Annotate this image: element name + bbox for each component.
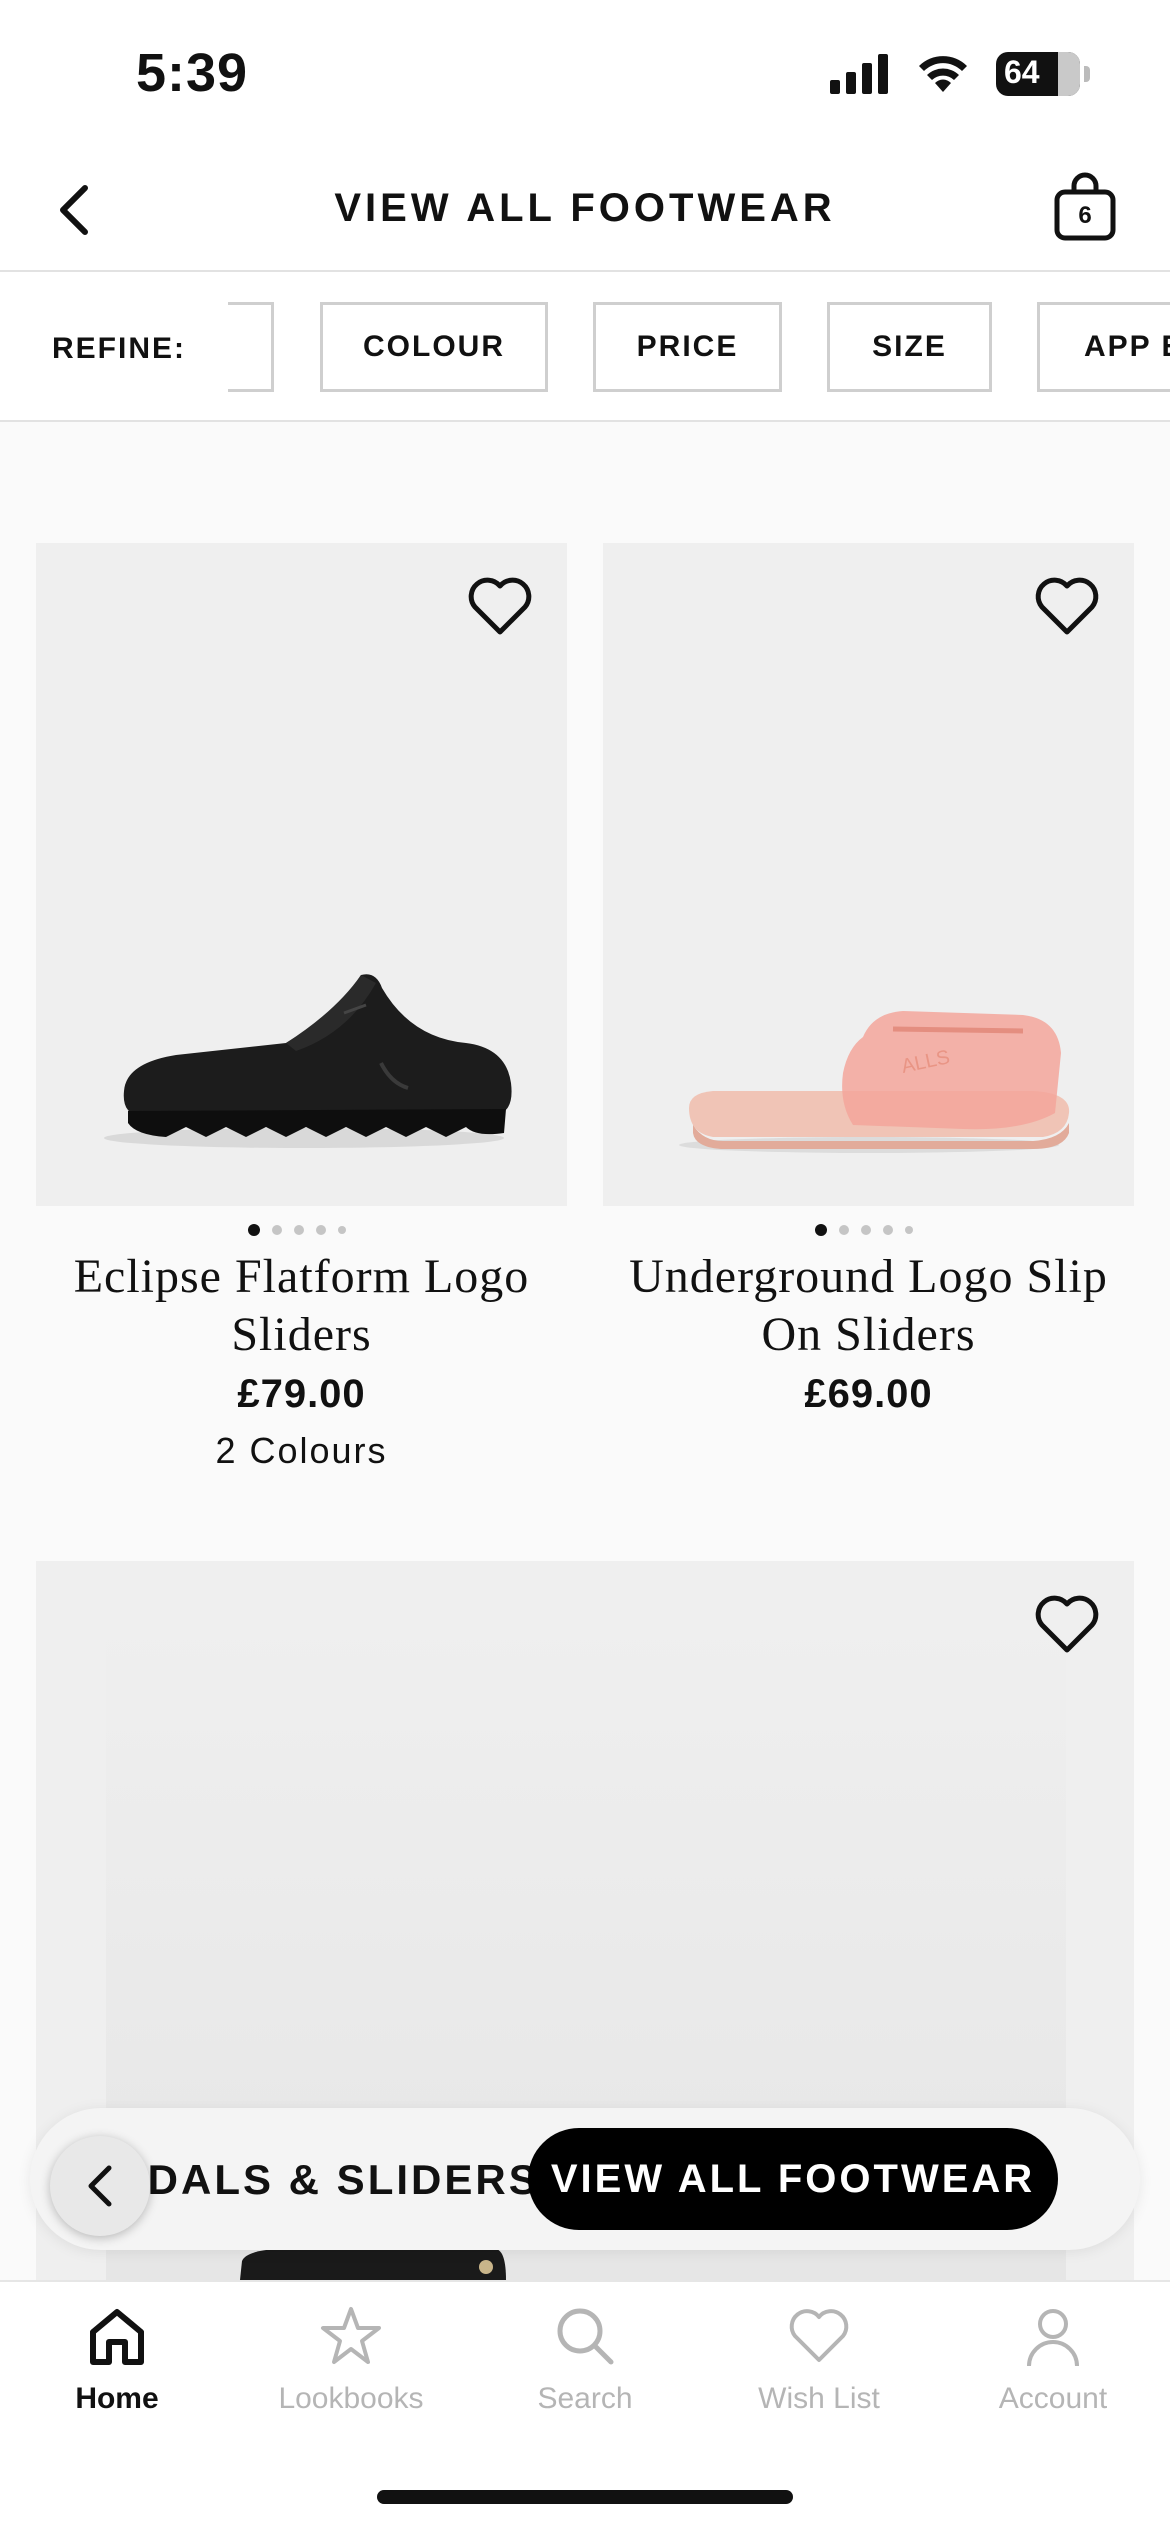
status-icons: 64 [830,52,1090,96]
carousel-dot[interactable] [839,1225,849,1235]
bag-count: 6 [1078,202,1092,229]
carousel-dot[interactable] [883,1225,893,1235]
carousel-dot[interactable] [248,1224,260,1236]
product-name[interactable]: Underground Logo Slip On Sliders [603,1248,1134,1364]
battery-icon: 64 [996,52,1080,96]
filter-chip-colour[interactable]: COLOUR [320,302,548,392]
tab-search[interactable]: Search [468,2304,702,2416]
tab-label: Search [537,2382,633,2415]
product-name[interactable]: Eclipse Flatform Logo Sliders [36,1248,567,1364]
status-bar: 5:39 64 [0,0,1170,150]
image-carousel-dots[interactable] [248,1224,346,1236]
filter-chip-size[interactable]: SIZE [827,302,992,392]
page-title: VIEW ALL FOOTWEAR [334,186,836,230]
filter-chip-app[interactable]: APP E [1037,302,1170,392]
signal-icon [830,54,888,94]
person-icon [1027,2309,1079,2367]
tab-label: Account [998,2382,1108,2415]
category-breadcrumb-bar: SANDALS & SLIDERS VIEW ALL FOOTWEAR [30,2108,1140,2250]
wishlist-button[interactable] [460,566,540,646]
search-icon [557,2308,614,2365]
tab-account[interactable]: Account [936,2304,1170,2416]
breadcrumb-back-button[interactable] [50,2136,150,2236]
wishlist-button[interactable] [1027,1584,1107,1664]
heart-icon [468,577,532,635]
carousel-dot[interactable] [272,1225,282,1235]
carousel-dot[interactable] [815,1224,827,1236]
shopping-bag-button[interactable]: 6 [1052,172,1118,242]
home-icon [90,2309,144,2365]
home-indicator [377,2490,793,2504]
tab-label: Lookbooks [278,2382,424,2415]
header: VIEW ALL FOOTWEAR 6 [0,150,1170,272]
tab-bar: Home Lookbooks Search Wish List Account [0,2280,1170,2532]
heart-icon [1035,577,1099,635]
filter-bar[interactable]: REFINE: COLOUR PRICE SIZE APP E [0,272,1170,422]
heart-icon [1035,1595,1099,1653]
tab-lookbooks[interactable]: Lookbooks [234,2304,468,2416]
carousel-dot[interactable] [861,1225,871,1235]
chevron-left-icon [88,2165,112,2207]
status-time: 5:39 [136,43,249,103]
product-colours: 2 Colours [215,1430,388,1471]
battery-level: 64 [1004,54,1040,90]
heart-icon [789,2309,849,2362]
product-price: £69.00 [804,1372,933,1416]
refine-label: REFINE: [52,332,186,365]
star-icon [321,2307,381,2364]
wifi-icon [919,56,967,92]
battery-tip [1084,66,1090,82]
carousel-dot[interactable] [905,1226,913,1234]
filter-chip-partial[interactable] [228,302,274,392]
carousel-dot[interactable] [294,1225,304,1235]
wishlist-button[interactable] [1027,566,1107,646]
tab-label: Wish List [758,2382,880,2415]
product-price: £79.00 [237,1372,366,1416]
tab-wish-list[interactable]: Wish List [702,2304,936,2416]
breadcrumb-current-category[interactable]: VIEW ALL FOOTWEAR [528,2128,1058,2230]
filter-chip-price[interactable]: PRICE [593,302,782,392]
image-carousel-dots[interactable] [815,1224,913,1236]
tab-label: Home [75,2382,159,2415]
tab-home[interactable]: Home [0,2304,234,2416]
carousel-dot[interactable] [338,1226,346,1234]
carousel-dot[interactable] [316,1225,326,1235]
